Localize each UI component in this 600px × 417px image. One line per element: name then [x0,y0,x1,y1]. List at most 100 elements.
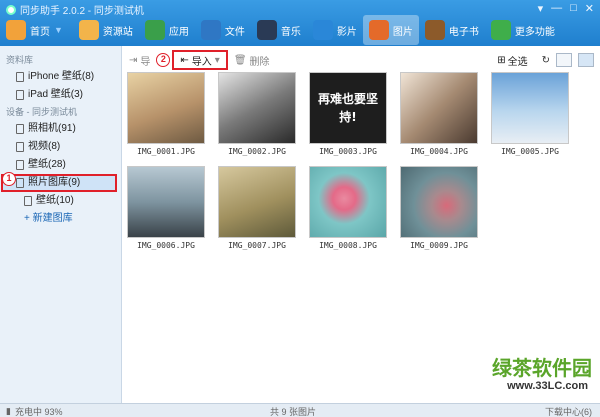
nav-music-label: 音乐 [280,26,301,38]
nav-ebooks-label: 电子书 [448,26,479,38]
sidebar-item-video[interactable]: 视频(8) [0,138,121,156]
photo-filename: IMG_0003.JPG [319,147,377,156]
main-nav: 首页 ▼ 资源站 应用 文件 音乐 影片 图片 电子书 更多功能 [0,14,561,46]
battery-status: ▮ 充电中 93% [6,405,62,417]
chevron-down-icon[interactable]: ▾ [215,55,220,66]
nav-pictures-label: 图片 [392,26,413,38]
select-all-button[interactable]: ⊞ 全选 [497,53,527,68]
sidebar-item-label: 照片图库(9) [28,177,81,188]
sidebar-item-camera[interactable]: 照相机(91) [0,120,121,138]
photo-count: 共 9 张图片 [270,407,317,417]
annotation-marker-1: 1 [2,172,16,186]
photo-item[interactable]: IMG_0001.JPG [127,72,205,156]
nav-home-label: 首页 [30,26,50,38]
sidebar-item-photo-library[interactable]: 照片图库(9) [1,174,117,192]
camera-icon [16,124,24,134]
sidebar-item-label: iPhone 壁纸(8) [28,71,95,82]
sidebar-item-label: iPad 壁纸(3) [28,89,84,100]
sidebar-item-label: 照相机(91) [28,123,76,134]
watermark-url: www.33LC.com [507,380,588,392]
album-icon [24,196,32,206]
video-small-icon [16,142,24,152]
trash-icon: 🗑 [233,54,247,66]
device-header: 设备 - 同步测试机 [6,107,77,117]
photo-overlay-text: 再难也要坚持! [318,92,379,124]
annotation-marker-2: 2 [156,53,171,67]
album-icon [16,178,24,188]
sidebar-item-label: 壁纸(10) [36,195,74,206]
photo-thumbnail[interactable] [127,166,205,238]
nav-pictures[interactable]: 图片 [362,15,419,45]
photo-thumbnail[interactable] [491,72,569,144]
sidebar: 资料库 iPhone 壁纸(8) iPad 壁纸(3) 设备 - 同步测试机 照… [0,46,122,403]
photo-thumbnail[interactable] [218,166,296,238]
nav-video[interactable]: 影片 [307,15,363,45]
battery-icon: ▮ [6,406,11,416]
photo-filename: IMG_0001.JPG [137,147,195,156]
download-center-link[interactable]: 下载中心(6) [545,405,592,417]
video-icon [312,20,333,40]
import-label: 导入 [191,56,212,68]
import-button[interactable]: ⇤ 导入 ▾ [172,50,228,70]
list-view-icon[interactable] [556,53,572,67]
photo-filename: IMG_0004.JPG [410,147,468,156]
photo-item[interactable]: IMG_0007.JPG [218,166,296,250]
nav-files-label: 文件 [224,26,245,38]
nav-home[interactable]: 首页 ▼ [0,15,73,45]
refresh-icon[interactable]: ↻ [542,55,550,66]
photo-filename: IMG_0007.JPG [228,241,286,250]
photo-thumbnail[interactable] [400,166,478,238]
title-bar: 同步助手 2.0.2 - 同步测试机 ▾ — □ ✕ 首页 ▼ 资源站 应用 文… [0,0,600,46]
sidebar-item-wallpaper[interactable]: 壁纸(28) [0,156,121,174]
nav-more-label: 更多功能 [514,26,555,38]
photo-item[interactable]: IMG_0006.JPG [127,166,205,250]
photo-thumbnail[interactable] [127,72,205,144]
photo-item[interactable]: 再难也要坚持! IMG_0003.JPG [309,72,387,156]
watermark: 绿茶软件园 www.33LC.com [442,352,592,402]
photo-thumbnail[interactable]: 再难也要坚持! [309,72,387,144]
book-icon [424,20,445,40]
sidebar-item-iphone-wallpaper[interactable]: iPhone 壁纸(8) [0,68,121,86]
photo-item[interactable]: IMG_0004.JPG [400,72,478,156]
picture-icon [368,20,389,40]
sidebar-item-sub-wallpaper[interactable]: 壁纸(10) [0,192,121,210]
photo-filename: IMG_0008.JPG [319,241,377,250]
library-header: 资料库 [6,55,34,65]
nav-files[interactable]: 文件 [195,15,251,45]
app-logo-icon [6,4,16,15]
tablet-icon [16,90,24,100]
music-icon [256,20,277,40]
maximize-icon[interactable]: □ [570,2,577,15]
nav-ebooks[interactable]: 电子书 [419,15,485,45]
sidebar-item-label: 视频(8) [28,141,61,152]
nav-music[interactable]: 音乐 [251,15,307,45]
photo-filename: IMG_0006.JPG [137,241,195,250]
photo-item[interactable]: IMG_0005.JPG [491,72,569,156]
wallpaper-icon [16,160,24,170]
nav-dropdown-icon[interactable]: ▼ [54,25,63,35]
photo-thumbnail[interactable] [400,72,478,144]
photo-filename: IMG_0002.JPG [228,147,286,156]
nav-resources-label: 资源站 [102,26,133,38]
export-icon: ⇥ [129,54,138,66]
new-library-link[interactable]: + 新建图库 [0,210,121,228]
photo-item[interactable]: IMG_0002.JPG [218,72,296,156]
photo-item[interactable]: IMG_0008.JPG [309,166,387,250]
select-all-label: 全选 [507,56,528,68]
delete-button[interactable]: 🗑 删除 [228,51,276,69]
apps-icon [144,20,165,40]
nav-apps-label: 应用 [168,26,189,38]
photo-thumbnail[interactable] [218,72,296,144]
sidebar-item-ipad-wallpaper[interactable]: iPad 壁纸(3) [0,86,121,104]
photo-thumbnail[interactable] [309,166,387,238]
folder-icon [200,20,221,40]
grid-view-icon[interactable] [578,53,594,67]
nav-more[interactable]: 更多功能 [485,15,561,45]
photo-item[interactable]: IMG_0009.JPG [400,166,478,250]
export-button[interactable]: ⇥ 导 [123,51,156,69]
close-icon[interactable]: ✕ [585,2,594,15]
home-icon [6,20,26,40]
nav-resources[interactable]: 资源站 [73,15,139,45]
nav-video-label: 影片 [336,26,357,38]
nav-apps[interactable]: 应用 [139,15,195,45]
